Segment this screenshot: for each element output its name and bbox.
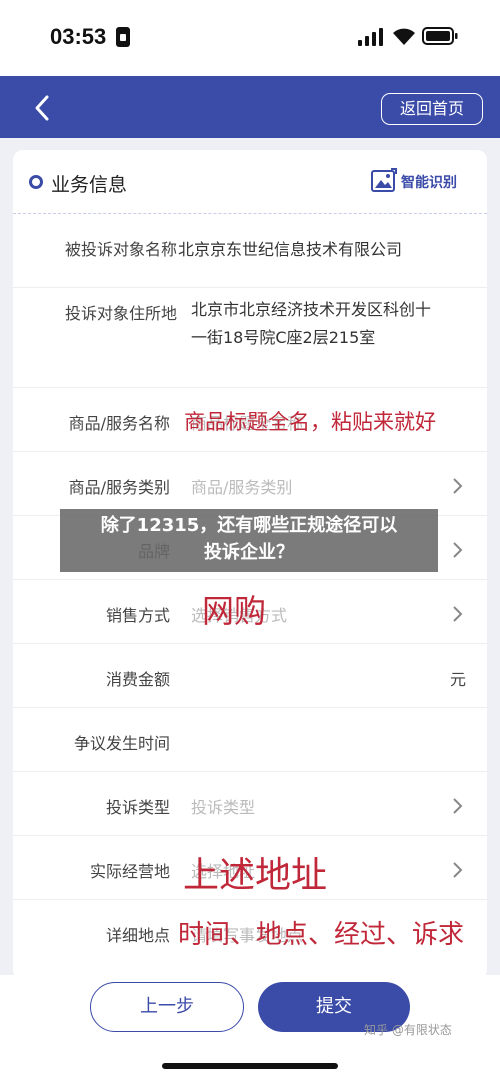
currency-unit: 元 xyxy=(450,670,467,689)
row-label: 商品/服务类别 xyxy=(68,478,170,497)
row-label: 被投诉对象名称 xyxy=(64,240,177,259)
chevron-right-icon xyxy=(453,862,463,878)
section-title: 业务信息 xyxy=(51,174,128,196)
overlay-title-line2: 投诉企业？ xyxy=(204,542,294,563)
title-overlay-banner: 除了12315，还有哪些正规途径可以 投诉企业？ xyxy=(60,509,438,572)
row-label: 详细地点 xyxy=(105,926,170,945)
status-bar: 03:53 xyxy=(0,0,500,76)
complaint-target-value[interactable]: 北京京东世纪信息技术有限公司 xyxy=(178,236,402,260)
product-category-select[interactable]: 商品/服务类别 xyxy=(191,474,292,498)
row-complaint-type[interactable]: 投诉类型 投诉类型 xyxy=(13,772,487,836)
complaint-type-select[interactable]: 投诉类型 xyxy=(191,794,255,818)
section-header: 业务信息 智能识别 xyxy=(13,150,487,214)
row-label: 投诉类型 xyxy=(105,798,170,817)
chevron-right-icon xyxy=(453,478,463,494)
row-label: 消费金额 xyxy=(105,670,170,689)
chevron-right-icon xyxy=(453,798,463,814)
target-address-line2[interactable]: 一街18号院C座2层215室 xyxy=(191,324,375,348)
bottom-action-bar: 上一步 提交 知乎 @有限状态 xyxy=(0,975,500,1081)
signal-icon xyxy=(358,28,383,46)
back-button[interactable] xyxy=(24,88,64,128)
row-product-category[interactable]: 商品/服务类别 商品/服务类别 xyxy=(13,452,487,516)
chevron-right-icon xyxy=(453,606,463,622)
nav-bar: 返回首页 xyxy=(0,76,500,138)
overlay-title-line1: 除了12315，还有哪些正规途径可以 xyxy=(100,515,398,536)
previous-step-button[interactable]: 上一步 xyxy=(90,982,244,1032)
lock-icon xyxy=(116,27,130,47)
row-label: 争议发生时间 xyxy=(73,734,170,753)
row-label: 商品/服务名称 xyxy=(68,414,170,433)
row-complaint-target[interactable]: 被投诉对象名称 北京京东世纪信息技术有限公司 xyxy=(13,216,487,288)
chevron-right-icon xyxy=(453,542,463,558)
status-time: 03:53 xyxy=(50,24,107,49)
row-dispute-time[interactable]: 争议发生时间 xyxy=(13,708,487,772)
home-button[interactable]: 返回首页 xyxy=(381,93,483,125)
wifi-icon xyxy=(393,28,415,45)
annotation-sales-method: 网购 xyxy=(202,592,267,630)
annotation-product-name: 商品标题全名，粘贴来就好 xyxy=(184,410,436,434)
row-label: 投诉对象住所地 xyxy=(64,304,177,323)
annotation-business-location: 上述地址 xyxy=(183,855,328,896)
smart-recognize-label: 智能识别 xyxy=(401,175,457,191)
annotation-detail-location: 时间、地点、经过、诉求 xyxy=(178,920,465,950)
chevron-left-icon xyxy=(35,95,49,121)
section-dot-icon xyxy=(29,175,43,189)
row-label: 实际经营地 xyxy=(89,862,170,881)
row-amount[interactable]: 消费金额 元 xyxy=(13,644,487,708)
row-target-address[interactable]: 投诉对象住所地 北京市北京经济技术开发区科创十 一街18号院C座2层215室 xyxy=(13,288,487,388)
watermark: 知乎 @有限状态 xyxy=(364,1023,452,1037)
home-indicator[interactable] xyxy=(162,1063,338,1069)
row-label: 销售方式 xyxy=(105,606,170,625)
target-address-line1[interactable]: 北京市北京经济技术开发区科创十 xyxy=(191,296,431,320)
battery-icon xyxy=(422,27,458,45)
scan-image-icon xyxy=(371,168,397,192)
